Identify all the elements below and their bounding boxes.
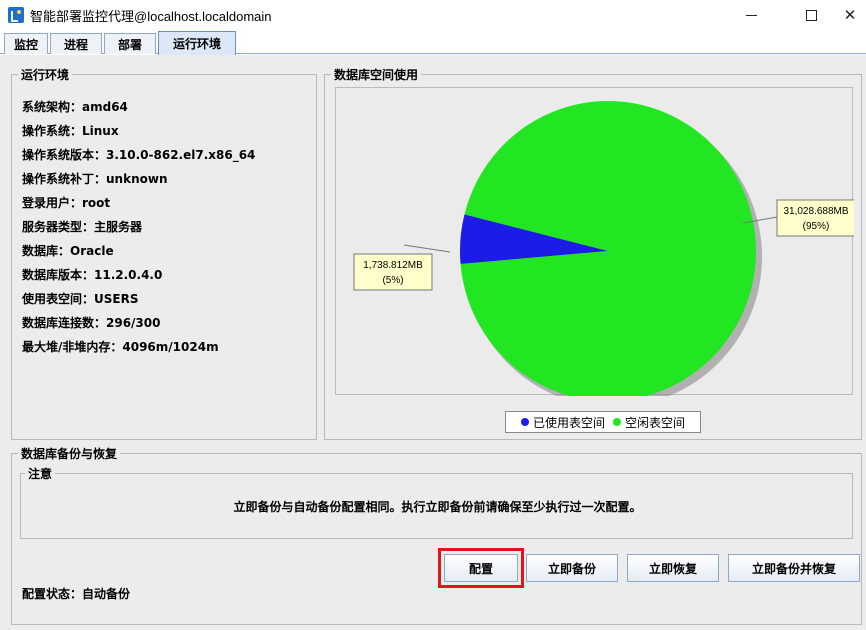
tab-strip: 监控 进程 部署 运行环境	[0, 30, 866, 55]
config-button[interactable]: 配置	[444, 554, 518, 582]
legend-used-label: 已使用表空间	[532, 415, 605, 430]
tab-monitor[interactable]: 监控	[4, 33, 48, 54]
env-db-version: 数据库版本：11.2.0.4.0	[22, 268, 163, 282]
app-icon	[8, 7, 24, 23]
db-space-panel: 数据库空间使用 1,738.812MB (5%) 31,028.688MB (9…	[324, 66, 862, 440]
config-status: 配置状态：自动备份	[22, 587, 131, 601]
note-panel: 注意 立即备份与自动备份配置相同。执行立即备份前请确保至少执行过一次配置。	[20, 465, 853, 539]
tab-process[interactable]: 进程	[50, 33, 102, 54]
env-memory: 最大堆/非堆内存：4096m/1024m	[22, 340, 219, 354]
legend-free-dot	[613, 418, 621, 426]
chart-legend: 已使用表空间 空闲表空间	[505, 411, 701, 433]
env-database: 数据库：Oracle	[22, 244, 114, 258]
db-space-title: 数据库空间使用	[331, 66, 422, 83]
label-used-percent: (5%)	[382, 275, 403, 286]
label-used-value: 1,738.812MB	[363, 260, 423, 271]
tab-runtime-env[interactable]: 运行环境	[158, 31, 236, 55]
label-free-value: 31,028.688MB	[783, 206, 848, 217]
maximize-icon	[805, 9, 817, 21]
restore-now-button[interactable]: 立即恢复	[627, 554, 719, 582]
note-title: 注意	[25, 465, 56, 482]
env-os-patch: 操作系统补丁：unknown	[22, 172, 168, 186]
pie-chart: 1,738.812MB (5%) 31,028.688MB (95%)	[353, 101, 854, 396]
main-panel: 运行环境 系统架构：amd64 操作系统：Linux 操作系统版本：3.10.0…	[0, 55, 866, 630]
tab-deploy[interactable]: 部署	[104, 33, 156, 54]
runtime-env-title: 运行环境	[18, 66, 73, 83]
env-arch: 系统架构：amd64	[22, 100, 128, 114]
pie-chart-area: 1,738.812MB (5%) 31,028.688MB (95%)	[335, 87, 854, 396]
close-icon: ✕	[843, 6, 857, 24]
legend-free-label: 空闲表空间	[625, 415, 686, 430]
leader-line-used	[403, 244, 451, 253]
legend-used-dot	[520, 418, 529, 426]
env-tablespace: 使用表空间：USERS	[22, 292, 139, 306]
backup-title: 数据库备份与恢复	[18, 445, 121, 462]
backup-now-button[interactable]: 立即备份	[526, 554, 618, 582]
maximize-button[interactable]	[788, 0, 834, 30]
backup-panel: 数据库备份与恢复 注意 立即备份与自动备份配置相同。执行立即备份前请确保至少执行…	[11, 445, 862, 625]
env-os: 操作系统：Linux	[22, 124, 119, 138]
env-login-user: 登录用户：root	[22, 196, 111, 210]
env-os-version: 操作系统版本：3.10.0-862.el7.x86_64	[22, 148, 256, 162]
env-db-connections: 数据库连接数：296/300	[22, 316, 161, 330]
minimize-icon	[745, 14, 757, 16]
window-title: 智能部署监控代理@localhost.localdomain	[30, 9, 272, 24]
note-text: 立即备份与自动备份配置相同。执行立即备份前请确保至少执行过一次配置。	[233, 500, 642, 514]
runtime-env-panel: 运行环境 系统架构：amd64 操作系统：Linux 操作系统版本：3.10.0…	[11, 66, 317, 440]
env-server-type: 服务器类型：主服务器	[22, 220, 143, 234]
minimize-button[interactable]	[728, 0, 774, 30]
backup-and-restore-button[interactable]: 立即备份并恢复	[728, 554, 860, 582]
title-bar: 智能部署监控代理@localhost.localdomain ✕	[0, 0, 866, 30]
close-button[interactable]: ✕	[834, 0, 866, 30]
label-free-percent: (95%)	[803, 221, 830, 232]
